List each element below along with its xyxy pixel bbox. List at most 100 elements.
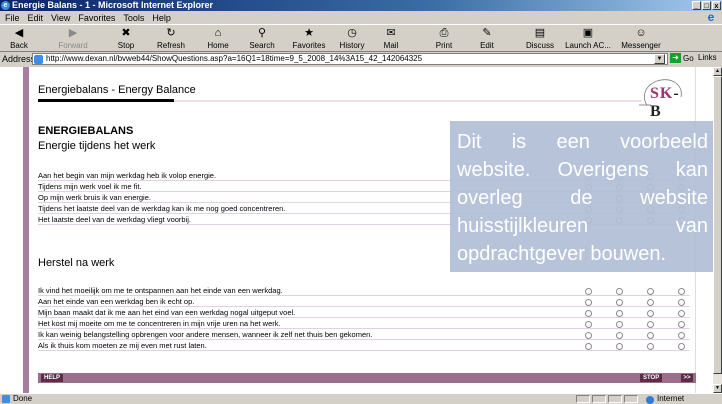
question-row: Mijn baan maakt dat ik me aan het eind v… (38, 308, 690, 318)
question-text: Aan het einde van een werkdag ben ik ech… (38, 297, 195, 306)
question-row: Ik kan weinig belangstelling opbrengen v… (38, 330, 690, 340)
ie-throbber-icon: e (707, 10, 715, 24)
answer-radio[interactable] (678, 321, 685, 328)
toolbar-label: Edit (480, 41, 494, 50)
question-row: Het kost mij moeite om me te concentrere… (38, 319, 690, 329)
question-text: Mijn baan maakt dat ik me aan het eind v… (38, 308, 296, 317)
page-content: Energiebalans - Energy Balance SK-B ENER… (0, 67, 713, 393)
menu-tools[interactable]: Tools (123, 13, 144, 23)
question-row: Als ik thuis kom moeten ze mij even met … (38, 341, 690, 351)
toolbar-print-button[interactable]: ⎙ Print (422, 25, 466, 52)
toolbar-messenger-button[interactable]: ☺ Messenger (616, 25, 666, 52)
page-icon (34, 55, 43, 64)
go-label: Go (683, 53, 694, 63)
ie-icon: e (1, 1, 10, 10)
minimize-button[interactable]: _ (692, 1, 701, 10)
menu-file[interactable]: File (5, 13, 20, 23)
answer-radio[interactable] (616, 288, 623, 295)
status-cell (608, 395, 622, 403)
answer-radio[interactable] (678, 299, 685, 306)
answer-radio[interactable] (585, 332, 592, 339)
question-row: Aan het einde van een werkdag ben ik ech… (38, 297, 690, 307)
scroll-up-icon[interactable]: ▲ (713, 67, 722, 76)
answer-radio[interactable] (647, 299, 654, 306)
toolbar-edit-button[interactable]: ✎ Edit (466, 25, 508, 52)
menu-favorites[interactable]: Favorites (78, 13, 115, 23)
close-button[interactable]: x (712, 1, 721, 10)
scroll-thumb[interactable] (713, 76, 722, 374)
toolbar-favorites-button[interactable]: ★ Favorites (286, 25, 332, 52)
answer-radio[interactable] (678, 332, 685, 339)
toolbar-mail-button[interactable]: ✉ Mail (372, 25, 410, 52)
links-button[interactable]: Links (698, 53, 717, 62)
answer-radio[interactable] (647, 332, 654, 339)
address-input[interactable]: http://www.dexan.nl/bvweb44/ShowQuestion… (32, 53, 668, 65)
window-controls: _ □ x (692, 0, 722, 10)
history-icon: ◷ (347, 27, 357, 39)
toolbar-search-button[interactable]: ⚲ Search (238, 25, 286, 52)
navigation-bar: HELP STOP >> (38, 373, 696, 383)
go-button[interactable]: ➜ Go (670, 53, 694, 63)
answer-radio[interactable] (678, 288, 685, 295)
toolbar-home-button[interactable]: ⌂ Home (198, 25, 238, 52)
answer-radio[interactable] (616, 343, 623, 350)
answer-radio[interactable] (616, 332, 623, 339)
go-arrow-icon: ➜ (670, 53, 681, 63)
stop-button[interactable]: STOP (640, 374, 663, 382)
forward-icon: ▶ (68, 27, 78, 39)
toolbar-stop-button[interactable]: ✖ Stop (108, 25, 144, 52)
header-underline-light (174, 100, 642, 102)
answer-radio[interactable] (616, 299, 623, 306)
toolbar-refresh-button[interactable]: ↻ Refresh (144, 25, 198, 52)
question-row: Ik vind het moeilijk om me te ontspannen… (38, 286, 690, 296)
answer-radio[interactable] (678, 343, 685, 350)
answer-radio[interactable] (585, 288, 592, 295)
answer-radio[interactable] (647, 288, 654, 295)
menu-edit[interactable]: Edit (28, 13, 44, 23)
messenger-icon: ☺ (635, 27, 647, 39)
search-icon: ⚲ (257, 27, 267, 39)
address-bar: Address http://www.dexan.nl/bvweb44/Show… (0, 52, 722, 66)
answer-radio[interactable] (616, 321, 623, 328)
toolbar-discuss-button[interactable]: ▤ Discuss (520, 25, 560, 52)
toolbar-label: Print (435, 41, 453, 50)
address-dropdown-icon[interactable]: ▼ (654, 54, 665, 64)
toolbar-forward-button[interactable]: ▶ Forward (48, 25, 98, 52)
vertical-scrollbar[interactable]: ▲ ▼ (713, 67, 722, 393)
toolbar-back-button[interactable]: ◀ Back (2, 25, 36, 52)
answer-radio[interactable] (647, 321, 654, 328)
toolbar-label: Discuss (525, 41, 554, 50)
mail-icon: ✉ (386, 27, 396, 39)
answer-radio[interactable] (585, 321, 592, 328)
help-button[interactable]: HELP (41, 374, 64, 382)
menu-help[interactable]: Help (152, 13, 171, 23)
toolbar-history-button[interactable]: ◷ History (332, 25, 372, 52)
edit-icon: ✎ (482, 27, 492, 39)
logo-text: SK-B (650, 85, 685, 121)
toolbar-label: Favorites (292, 41, 326, 50)
toolbar-launch-ac-button[interactable]: ▣ Launch AC... (560, 25, 616, 52)
answer-radio[interactable] (585, 299, 592, 306)
answer-radio[interactable] (678, 310, 685, 317)
left-accent-strip (23, 67, 29, 393)
answer-radio[interactable] (616, 310, 623, 317)
answer-radio[interactable] (647, 343, 654, 350)
example-overlay: Dit is een voorbeeld website. Overigens … (450, 121, 713, 272)
toolbar-label: Home (207, 41, 229, 50)
section1-subtitle: Energie tijdens het werk (38, 140, 156, 152)
answer-radio[interactable] (585, 343, 592, 350)
toolbar-label: Refresh (156, 41, 185, 50)
standard-toolbar: ◀ Back ▶ Forward ✖ Stop ↻ Refresh ⌂ Home ⚲ Search ★ F… (0, 24, 722, 52)
maximize-button[interactable]: □ (702, 1, 711, 10)
answer-radio[interactable] (585, 310, 592, 317)
answer-radio[interactable] (647, 310, 654, 317)
question-text: Op mijn werk bruis ik van energie. (38, 193, 151, 202)
scroll-down-icon[interactable]: ▼ (713, 384, 722, 393)
question-text: Als ik thuis kom moeten ze mij even met … (38, 341, 207, 350)
menu-view[interactable]: View (51, 13, 70, 23)
question-text: Aan het begin van mijn werkdag heb ik vo… (38, 171, 217, 180)
next-button[interactable]: >> (681, 374, 693, 382)
question-text: Ik vind het moeilijk om me te ontspannen… (38, 286, 283, 295)
window-title-bar: e Energie Balans - 1 - Microsoft Interne… (0, 0, 722, 11)
home-icon: ⌂ (214, 27, 222, 39)
